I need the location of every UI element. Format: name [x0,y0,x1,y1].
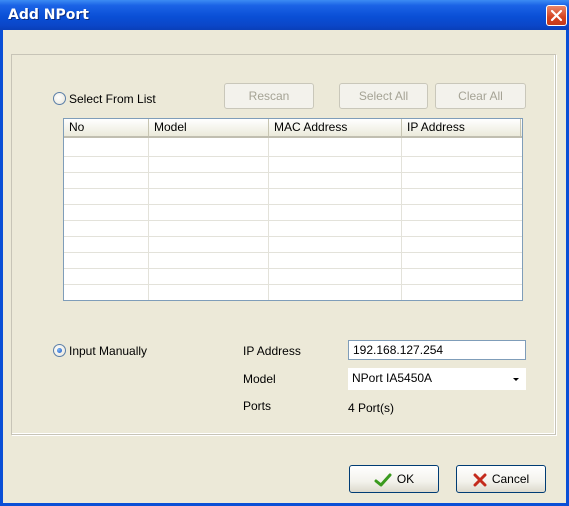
column-header-no[interactable]: No [64,119,149,136]
add-nport-dialog: Add NPort Select From List Rescan Select… [0,0,569,506]
ok-button[interactable]: OK [349,465,439,493]
title-bar[interactable]: Add NPort [0,0,569,30]
window-title: Add NPort [8,7,89,23]
table-row[interactable] [64,269,522,285]
cancel-label: Cancel [491,472,530,486]
table-row[interactable] [64,189,522,205]
ports-value: 4 Port(s) [348,401,395,415]
ports-label: Ports [243,399,272,413]
select-all-button[interactable]: Select All [339,83,428,109]
input-manually-radio[interactable] [53,344,66,357]
chevron-down-icon[interactable] [508,370,524,388]
select-from-list-label[interactable]: Select From List [69,92,156,106]
input-manually-label[interactable]: Input Manually [69,344,147,358]
column-header-model[interactable]: Model [149,119,269,136]
model-select-value: NPort IA5450A [352,371,433,385]
close-icon [550,9,563,22]
model-label: Model [243,372,276,386]
table-row[interactable] [64,173,522,189]
table-row[interactable] [64,141,522,157]
rescan-button[interactable]: Rescan [224,83,314,109]
clear-all-button[interactable]: Clear All [435,83,526,109]
model-select[interactable]: NPort IA5450A [348,368,526,390]
cancel-button[interactable]: Cancel [456,465,546,493]
column-header-ip-address[interactable]: IP Address [402,119,521,136]
ip-address-input[interactable]: 192.168.127.254 [348,340,526,360]
table-row[interactable] [64,285,522,300]
table-row[interactable] [64,221,522,237]
select-from-list-radio[interactable] [53,92,66,105]
ok-label: OK [396,472,415,486]
ip-address-label: IP Address [243,344,301,358]
table-header: No Model MAC Address IP Address [64,119,522,138]
checkmark-icon [374,473,392,487]
cancel-x-icon [473,473,487,487]
table-row[interactable] [64,157,522,173]
table-row[interactable] [64,205,522,221]
nport-list-table[interactable]: No Model MAC Address IP Address [63,118,523,301]
close-button[interactable] [546,5,567,26]
column-header-mac-address[interactable]: MAC Address [269,119,402,136]
table-row[interactable] [64,253,522,269]
table-row[interactable] [64,237,522,253]
